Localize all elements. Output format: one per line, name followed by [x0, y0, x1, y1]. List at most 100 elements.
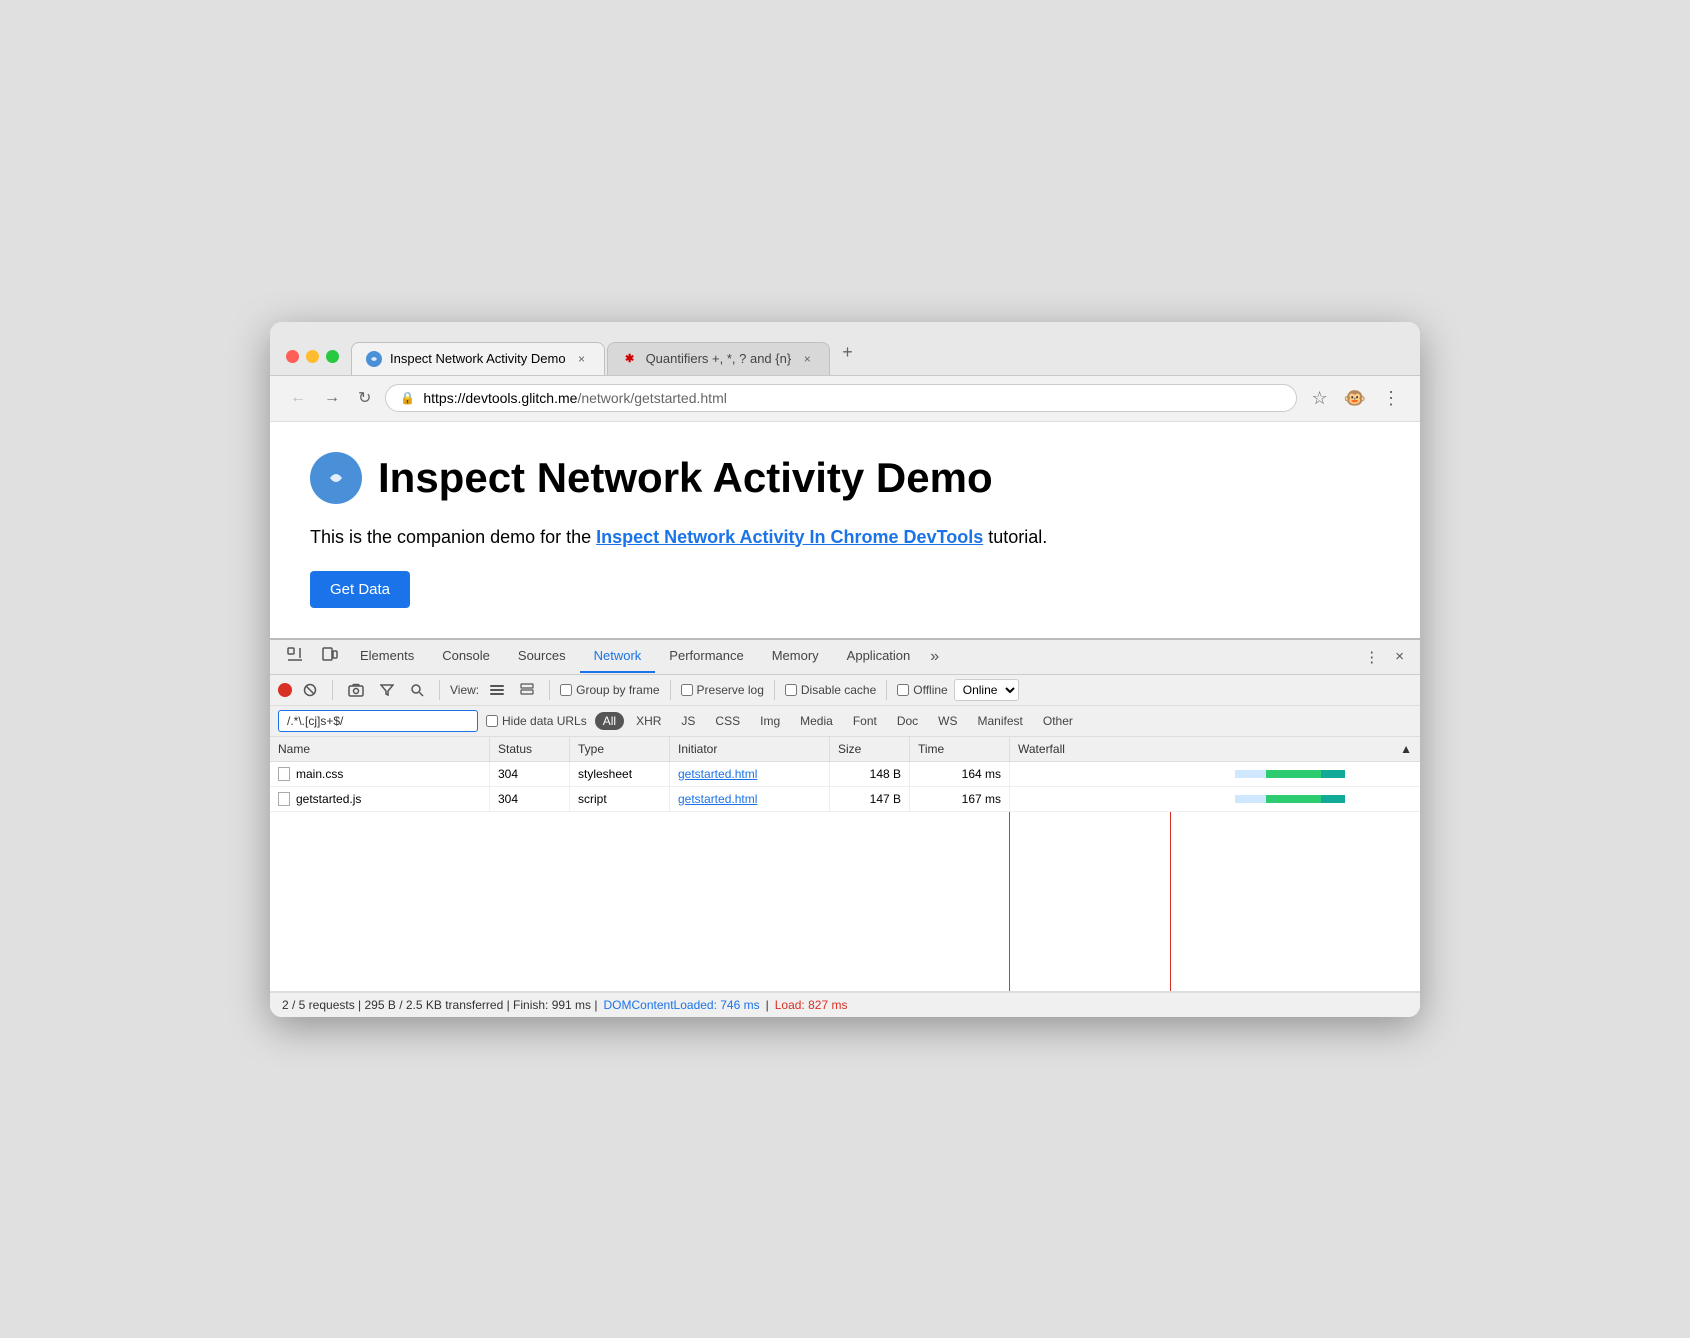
url-bar[interactable]: 🔒 https://devtools.glitch.me/network/get…: [385, 384, 1297, 412]
tab-sources[interactable]: Sources: [504, 640, 580, 673]
col-waterfall[interactable]: Waterfall ▲: [1010, 737, 1420, 761]
filter-type-other[interactable]: Other: [1035, 712, 1081, 730]
waterfall-extra-2: [1321, 795, 1345, 803]
disable-cache-label: Disable cache: [801, 683, 876, 697]
title-bar: Inspect Network Activity Demo × ✱ Quanti…: [270, 322, 1420, 376]
tab-network[interactable]: Network: [580, 640, 656, 673]
tab-performance[interactable]: Performance: [655, 640, 757, 673]
file-icon-1: [278, 767, 290, 781]
clear-button[interactable]: [298, 680, 322, 700]
tab-inspect-network[interactable]: Inspect Network Activity Demo ×: [351, 342, 605, 375]
record-button[interactable]: [278, 683, 292, 697]
back-button[interactable]: ←: [286, 385, 310, 411]
disable-cache-checkbox[interactable]: [785, 684, 797, 696]
col-status[interactable]: Status: [490, 737, 570, 761]
cell-waterfall-1: [1010, 762, 1420, 786]
search-button[interactable]: [405, 680, 429, 700]
filter-type-media[interactable]: Media: [792, 712, 841, 730]
waterfall-extra-1: [1321, 770, 1345, 778]
devtools-more-options[interactable]: ⋮: [1356, 642, 1387, 672]
new-tab-button[interactable]: +: [832, 334, 863, 375]
cell-name-2: getstarted.js: [270, 787, 490, 811]
preserve-log-label: Preserve log: [697, 683, 764, 697]
minimize-traffic-light[interactable]: [306, 350, 319, 363]
col-status-label: Status: [498, 742, 532, 756]
filter-type-manifest[interactable]: Manifest: [970, 712, 1031, 730]
throttle-select[interactable]: Online: [954, 679, 1019, 701]
size-1: 148 B: [870, 767, 901, 781]
filter-type-css[interactable]: CSS: [707, 712, 748, 730]
devtools-close-button[interactable]: ×: [1387, 642, 1412, 671]
tab-console[interactable]: Console: [428, 640, 504, 673]
dom-content-loaded-line: [1009, 812, 1011, 991]
col-name-label: Name: [278, 742, 310, 756]
group-by-frame-checkbox[interactable]: [560, 684, 572, 696]
tab-elements[interactable]: Elements: [346, 640, 428, 673]
tab-close-2[interactable]: ×: [799, 351, 815, 367]
filter-type-js[interactable]: JS: [673, 712, 703, 730]
filter-input[interactable]: [278, 710, 478, 732]
tab-favicon-regex-icon: ✱: [622, 351, 638, 367]
col-size[interactable]: Size: [830, 737, 910, 761]
hide-data-urls-label: Hide data URLs: [502, 714, 587, 728]
list-view-button[interactable]: [485, 682, 509, 698]
tab-title-2: Quantifiers +, *, ? and {n}: [646, 351, 792, 366]
page-header: Inspect Network Activity Demo: [310, 452, 1380, 504]
device-toolbar-icon[interactable]: [312, 640, 346, 674]
status-base: 2 / 5 requests | 295 B / 2.5 KB transfer…: [282, 998, 598, 1012]
type-1: stylesheet: [578, 767, 632, 781]
file-icon-2: [278, 792, 290, 806]
status-2: 304: [498, 792, 518, 806]
filter-type-ws[interactable]: WS: [930, 712, 965, 730]
more-menu-button[interactable]: ⋮: [1378, 384, 1404, 413]
sort-arrow: ▲: [1400, 742, 1412, 756]
filter-type-all[interactable]: All: [595, 712, 624, 730]
toolbar-separator-5: [774, 680, 775, 700]
tab-memory[interactable]: Memory: [758, 640, 833, 673]
tab-application[interactable]: Application: [833, 640, 925, 673]
get-data-button[interactable]: Get Data: [310, 571, 410, 608]
maximize-traffic-light[interactable]: [326, 350, 339, 363]
forward-button[interactable]: →: [320, 385, 344, 411]
camera-button[interactable]: [343, 680, 369, 700]
table-row[interactable]: main.css 304 stylesheet getstarted.html …: [270, 762, 1420, 787]
more-tabs-button[interactable]: »: [924, 640, 945, 674]
close-traffic-light[interactable]: [286, 350, 299, 363]
inspect-element-icon[interactable]: [278, 640, 312, 674]
group-by-frame-label: Group by frame: [576, 683, 659, 697]
tabs-row: Inspect Network Activity Demo × ✱ Quanti…: [351, 334, 1404, 375]
reload-button[interactable]: ↻: [354, 384, 375, 412]
tab-close-1[interactable]: ×: [574, 351, 590, 367]
waterfall-wait-2: [1235, 795, 1267, 803]
table-row[interactable]: getstarted.js 304 script getstarted.html…: [270, 787, 1420, 812]
tab-favicon-glitch-icon: [366, 351, 382, 367]
hide-data-urls-checkbox[interactable]: [486, 715, 498, 727]
col-initiator[interactable]: Initiator: [670, 737, 830, 761]
filter-type-doc[interactable]: Doc: [889, 712, 926, 730]
filter-type-img[interactable]: Img: [752, 712, 788, 730]
url-text: https://devtools.glitch.me/network/getst…: [423, 390, 1282, 406]
cell-initiator-2[interactable]: getstarted.html: [670, 787, 830, 811]
tab-quantifiers[interactable]: ✱ Quantifiers +, *, ? and {n} ×: [607, 342, 831, 375]
waterfall-wait-1: [1235, 770, 1267, 778]
offline-checkbox[interactable]: [897, 684, 909, 696]
disable-cache-group: Disable cache: [785, 683, 876, 697]
col-type[interactable]: Type: [570, 737, 670, 761]
bookmark-button[interactable]: ☆: [1307, 384, 1331, 413]
filter-type-xhr[interactable]: XHR: [628, 712, 669, 730]
cell-initiator-1[interactable]: getstarted.html: [670, 762, 830, 786]
devtools-tab-bar: Elements Console Sources Network Perform…: [270, 640, 1420, 675]
cell-size-2: 147 B: [830, 787, 910, 811]
col-time[interactable]: Time: [910, 737, 1010, 761]
devtools-link[interactable]: Inspect Network Activity In Chrome DevTo…: [596, 527, 983, 547]
cell-time-1: 164 ms: [910, 762, 1010, 786]
cell-size-1: 148 B: [830, 762, 910, 786]
large-rows-button[interactable]: [515, 680, 539, 700]
col-name[interactable]: Name: [270, 737, 490, 761]
filter-type-font[interactable]: Font: [845, 712, 885, 730]
filter-button[interactable]: [375, 681, 399, 699]
preserve-log-checkbox[interactable]: [681, 684, 693, 696]
group-by-frame-group: Group by frame: [560, 683, 659, 697]
avatar-button[interactable]: 🐵: [1340, 384, 1370, 413]
browser-window: Inspect Network Activity Demo × ✱ Quanti…: [270, 322, 1420, 1017]
